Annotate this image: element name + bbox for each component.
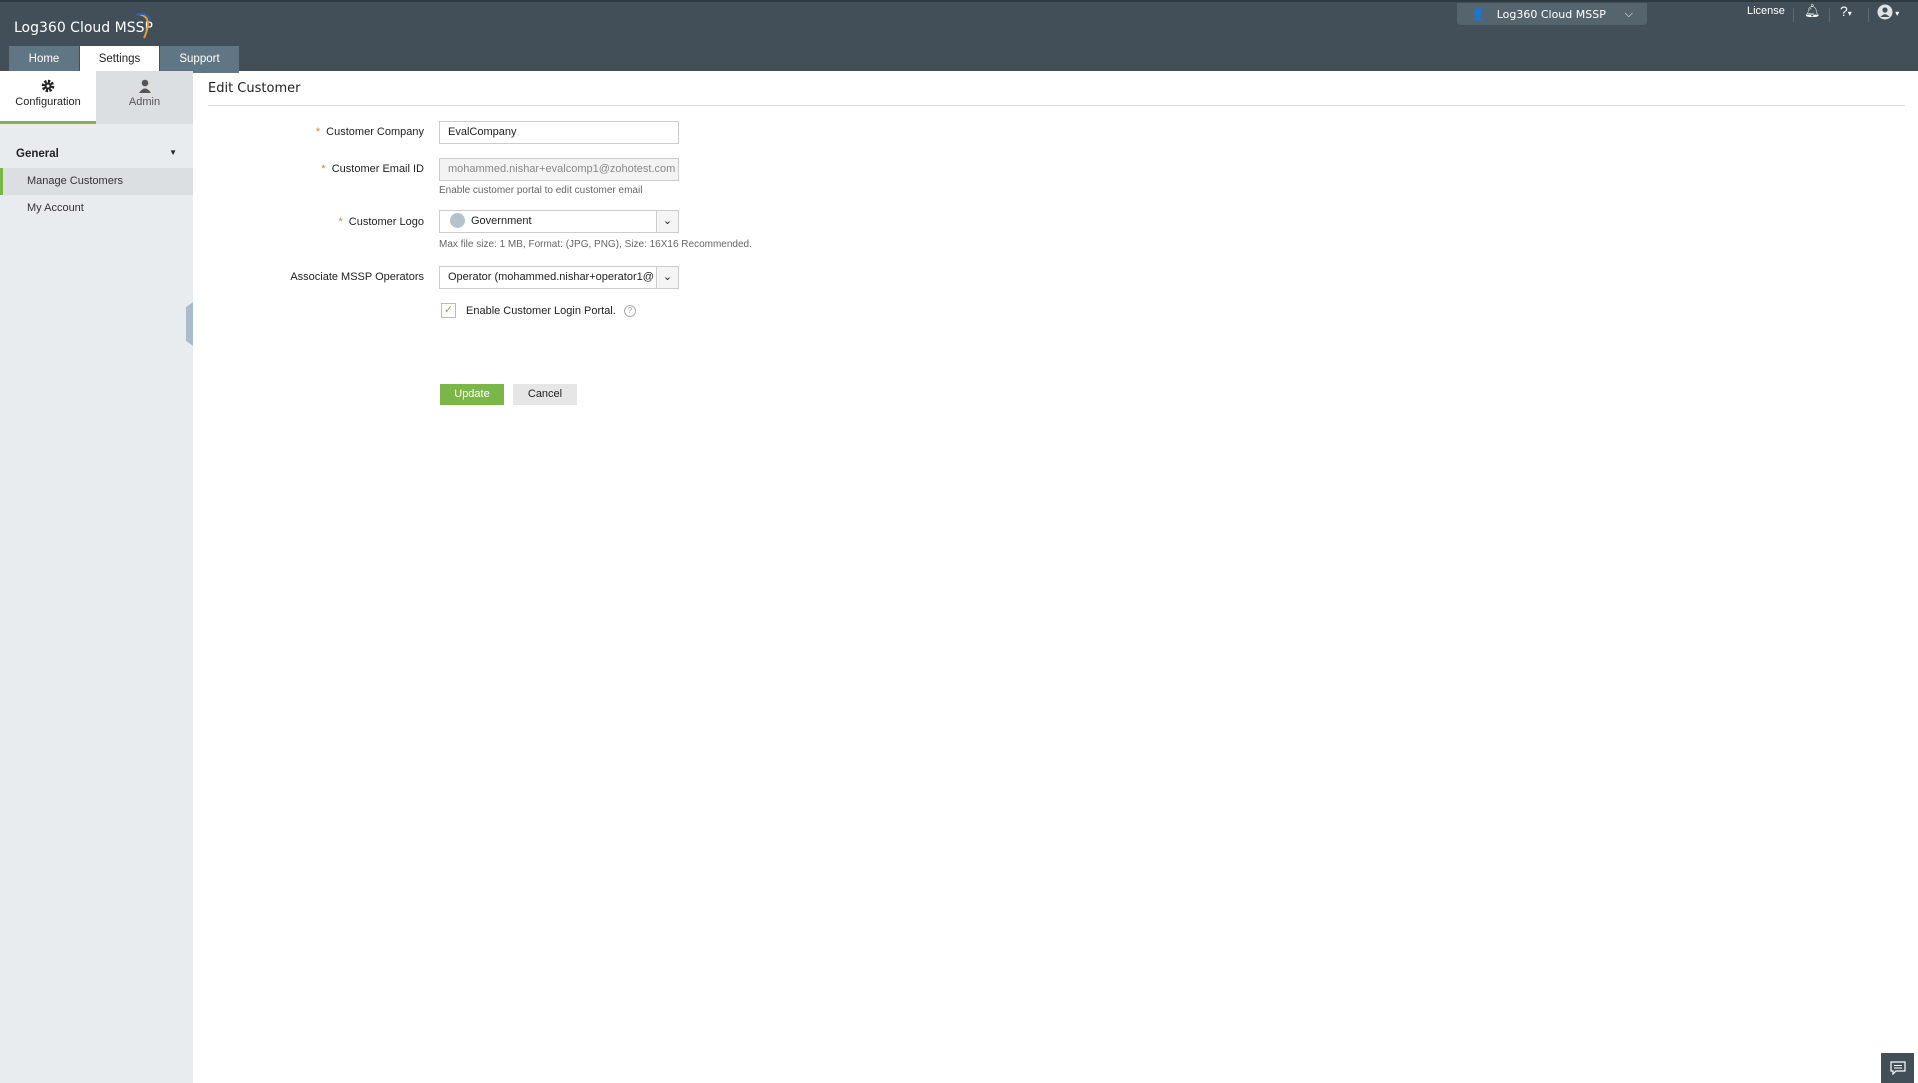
help-menu[interactable]: ?▾ <box>1840 3 1852 19</box>
logo-label: * Customer Logo <box>338 216 425 228</box>
gear-icon <box>41 79 55 93</box>
user-avatar-icon <box>1877 4 1893 20</box>
cancel-button[interactable]: Cancel <box>513 384 577 405</box>
chevron-down-icon: ⌵ <box>1624 7 1633 20</box>
enable-portal-checkbox[interactable]: ✓ <box>441 303 456 318</box>
logo-hint: Max file size: 1 MB, Format: (JPG, PNG),… <box>439 239 752 250</box>
tab-settings[interactable]: Settings <box>80 46 159 73</box>
bell-icon[interactable]: 🔔︎ <box>1804 3 1821 19</box>
sidebar-tab-admin[interactable]: Admin <box>96 71 193 124</box>
main-tabs: Home Settings Support <box>9 46 240 73</box>
customer-logo-select[interactable]: Government ⌄ <box>439 210 679 233</box>
org-switcher[interactable]: 👤 Log360 Cloud MSSP ⌵ <box>1457 3 1647 25</box>
caret-down-icon: ▼ <box>169 148 177 157</box>
chat-button[interactable] <box>1881 1053 1914 1083</box>
page-title: Edit Customer <box>208 71 1905 106</box>
user-org-icon: 👤 <box>1471 7 1485 21</box>
top-header: Log360 Cloud MSSP Home Settings Support … <box>0 0 1918 73</box>
customer-email-input: mohammed.nishar+evalcomp1@zohotest.com <box>439 158 679 181</box>
email-hint: Enable customer portal to edit customer … <box>439 185 643 196</box>
update-button[interactable]: Update <box>440 384 504 405</box>
portal-checkbox-row: ✓ Enable Customer Login Portal. ? <box>441 303 636 318</box>
tab-home[interactable]: Home <box>9 46 79 73</box>
help-icon[interactable]: ? <box>623 304 636 317</box>
chevron-down-icon[interactable]: ⌄ <box>656 267 678 288</box>
operators-label: Associate MSSP Operators <box>290 271 424 283</box>
mssp-operators-select[interactable]: Operator (mohammed.nishar+operator1@ ⌄ <box>439 266 679 289</box>
sidebar-tab-configuration[interactable]: Configuration <box>0 71 96 124</box>
main-content: Edit Customer * Customer Company EvalComp… <box>208 71 1918 405</box>
government-logo-icon <box>450 213 465 228</box>
sidebar-group-general[interactable]: General ▼ <box>0 148 193 160</box>
license-link[interactable]: License <box>1747 5 1785 17</box>
customer-company-input[interactable]: EvalCompany <box>439 121 679 144</box>
email-label: * Customer Email ID <box>321 163 424 175</box>
chat-icon <box>1889 1061 1906 1075</box>
admin-user-icon <box>138 79 151 93</box>
logo-arc-icon <box>135 12 151 39</box>
caret-icon: ▾ <box>1847 9 1852 18</box>
user-account-menu[interactable]: ▾ <box>1877 4 1899 23</box>
caret-icon: ▾ <box>1893 9 1900 18</box>
chevron-down-icon[interactable]: ⌄ <box>656 211 678 232</box>
sidebar-collapse-handle[interactable] <box>186 302 193 346</box>
company-label: * Customer Company <box>315 126 424 138</box>
tab-support[interactable]: Support <box>160 46 239 73</box>
app-logo[interactable]: Log360 Cloud MSSP <box>14 12 153 39</box>
